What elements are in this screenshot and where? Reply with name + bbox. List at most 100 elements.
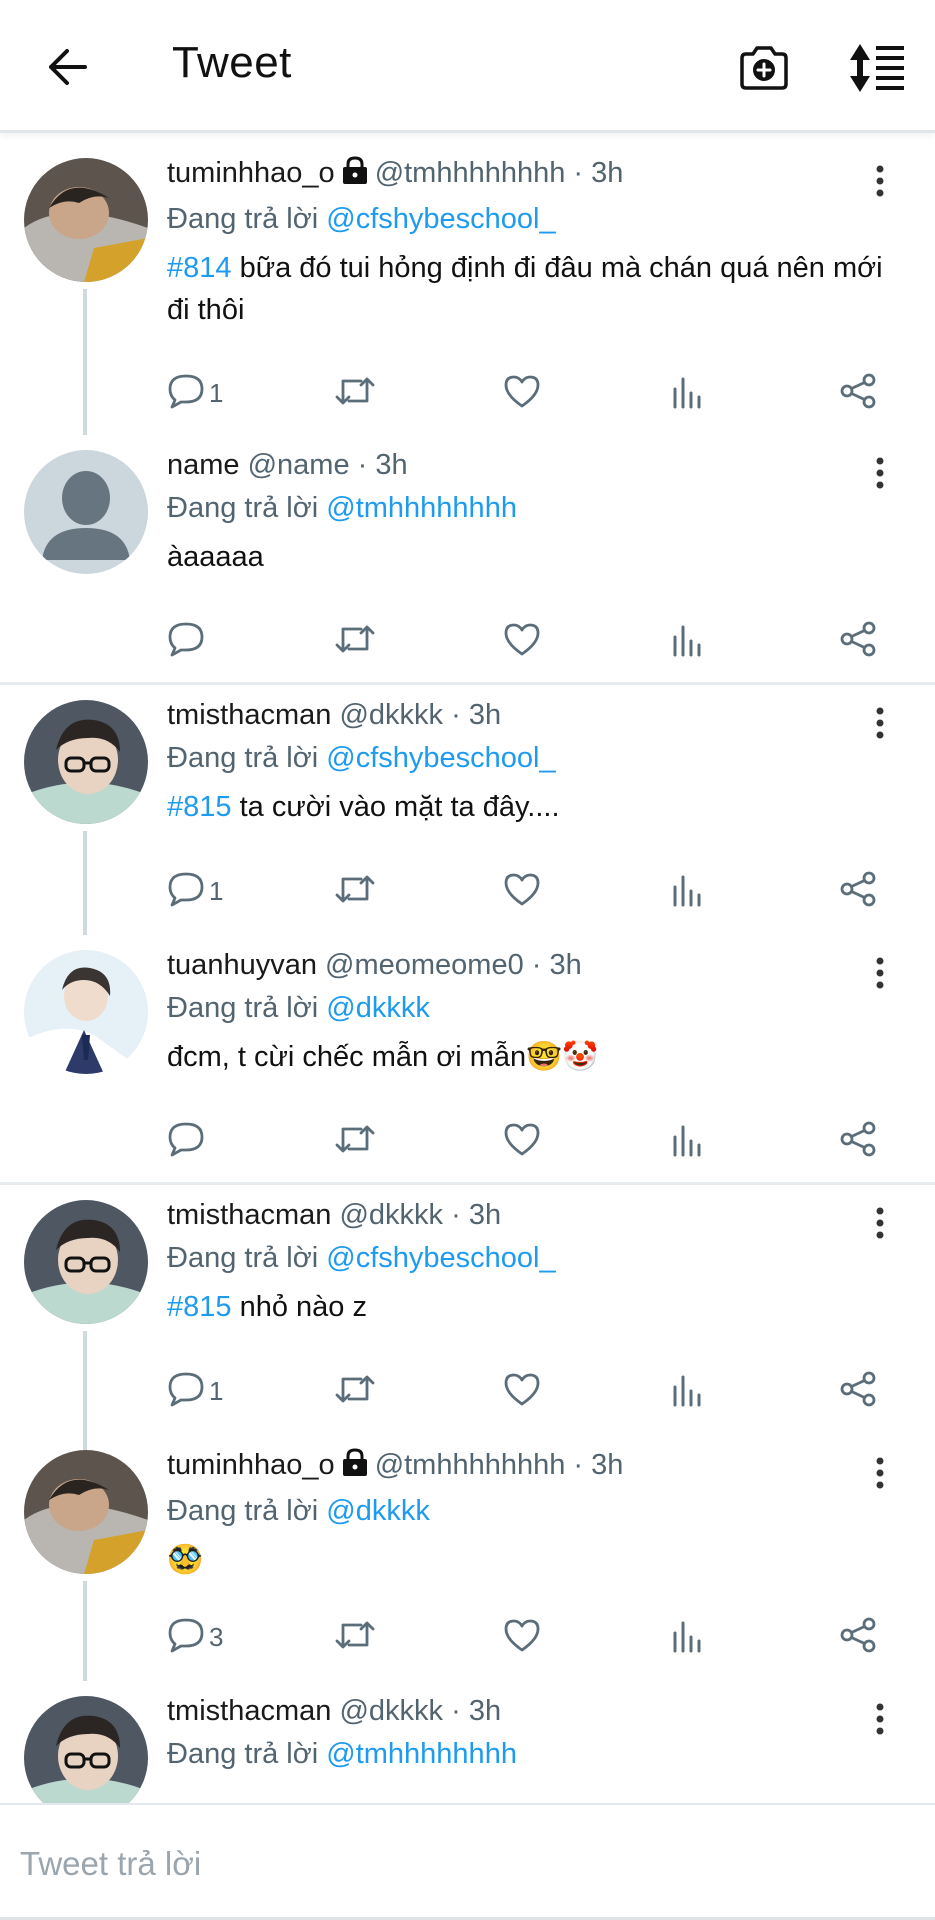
tweet-actions [167,619,887,663]
reply-button[interactable] [167,1119,209,1163]
retweet-button[interactable] [333,1369,377,1413]
more-options-icon[interactable] [865,1453,895,1493]
retweet-button[interactable] [333,371,377,415]
tweet-time: 3h [468,1199,502,1231]
tweet-item[interactable]: tuanhuyvan @meomeome0 · 3h Đang trả lời … [0,935,935,1185]
hashtag[interactable]: #815 [167,1291,232,1323]
reply-button[interactable]: 1 [167,869,223,913]
retweet-button[interactable] [333,869,377,913]
analytics-button[interactable] [671,869,705,913]
camera-plus-icon[interactable] [734,38,794,98]
user-handle[interactable]: @dkkkk [339,1695,443,1727]
share-button[interactable] [839,619,877,663]
back-arrow-icon[interactable] [40,40,94,94]
analytics-button[interactable] [671,1369,705,1413]
retweet-icon [333,1121,377,1162]
display-name[interactable]: name [167,449,240,481]
user-handle[interactable]: @name [248,449,350,481]
user-handle[interactable]: @tmhhhhhhhh [375,1449,566,1481]
more-options-icon[interactable] [865,703,895,743]
display-name[interactable]: tmisthacman [167,699,331,731]
analytics-icon [671,1371,705,1412]
user-handle[interactable]: @tmhhhhhhhh [375,157,566,189]
share-button[interactable] [839,1369,877,1413]
reply-prefix: Đang trả lời [167,1242,319,1274]
avatar[interactable] [24,1450,148,1574]
reply-prefix: Đang trả lời [167,492,319,524]
avatar[interactable] [24,700,148,824]
display-name[interactable]: tuminhhao_o [167,157,335,189]
avatar[interactable] [24,158,148,282]
display-name[interactable]: tmisthacman [167,1695,331,1727]
more-options-icon[interactable] [865,453,895,493]
reply-to-handle[interactable]: @cfshybeschool_ [326,1242,555,1274]
like-button[interactable] [503,1369,541,1413]
tweet-header: tmisthacman @dkkkk · 3h [167,1199,502,1231]
reply-to-handle[interactable]: @cfshybeschool_ [326,742,555,774]
tweet-item[interactable]: tmisthacman @dkkkk · 3h Đang trả lời @cf… [0,685,935,935]
tweet-item[interactable]: tmisthacman @dkkkk · 3h Đang trả lời @cf… [0,1185,935,1435]
reply-button[interactable]: 3 [167,1615,223,1659]
share-button[interactable] [839,1119,877,1163]
reply-compose-bar[interactable]: Tweet trả lời [0,1803,935,1920]
reply-to-handle[interactable]: @cfshybeschool_ [326,203,555,235]
hashtag[interactable]: #814 [167,252,232,284]
user-handle[interactable]: @dkkkk [339,1199,443,1231]
share-button[interactable] [839,869,877,913]
share-button[interactable] [839,371,877,415]
more-options-icon[interactable] [865,1203,895,1243]
reply-to-handle[interactable]: @tmhhhhhhhh [326,1738,517,1770]
share-button[interactable] [839,1615,877,1659]
avatar[interactable] [24,950,148,1074]
more-options-icon[interactable] [865,161,895,201]
more-options-icon[interactable] [865,953,895,993]
tweet-text: #814 bữa đó tui hỏng định đi đâu mà chán… [167,247,895,331]
user-handle[interactable]: @meomeome0 [325,949,524,981]
sort-list-icon[interactable] [844,38,910,98]
heart-icon [503,871,541,912]
like-button[interactable] [503,371,541,415]
reply-to-handle[interactable]: @dkkkk [326,992,430,1024]
reply-context: Đang trả lời @dkkkk [167,1493,895,1529]
tweet-text: 🥸 [167,1539,895,1581]
tweet-header: tmisthacman @dkkkk · 3h [167,699,502,731]
tweet-header: tuminhhao_o @tmhhhhhhhh · 3h [167,1447,895,1486]
tweet-time: 3h [468,699,502,731]
reply-button[interactable] [167,619,209,663]
more-options-icon[interactable] [865,1699,895,1739]
avatar[interactable] [24,1696,148,1803]
display-name[interactable]: tuanhuyvan [167,949,317,981]
avatar[interactable] [24,450,148,574]
retweet-button[interactable] [333,1119,377,1163]
retweet-button[interactable] [333,619,377,663]
reply-to-handle[interactable]: @dkkkk [326,1495,430,1527]
display-name[interactable]: tmisthacman [167,1199,331,1231]
reply-button[interactable]: 1 [167,1369,223,1413]
tweet-actions: 3 [167,1615,887,1659]
user-handle[interactable]: @dkkkk [339,699,443,731]
analytics-button[interactable] [671,371,705,415]
reply-count: 1 [209,377,224,408]
like-button[interactable] [503,1119,541,1163]
tweet-item[interactable]: name @name · 3h Đang trả lời @tmhhhhhhhh… [0,435,935,685]
reply-icon [167,373,205,414]
analytics-icon [671,1617,705,1658]
hashtag[interactable]: #815 [167,791,232,823]
analytics-button[interactable] [671,1615,705,1659]
reply-to-handle[interactable]: @tmhhhhhhhh [326,492,517,524]
like-button[interactable] [503,619,541,663]
reply-button[interactable]: 1 [167,371,223,415]
avatar[interactable] [24,1200,148,1324]
retweet-button[interactable] [333,1615,377,1659]
analytics-button[interactable] [671,1119,705,1163]
like-button[interactable] [503,1615,541,1659]
tweet-item[interactable]: tmisthacman @dkkkk · 3h Đang trả lời @tm… [0,1681,935,1803]
tweet-item[interactable]: tuminhhao_o @tmhhhhhhhh · 3h Đang trả lời… [0,1435,935,1681]
like-button[interactable] [503,869,541,913]
reply-input[interactable]: Tweet trả lời [20,1845,201,1883]
analytics-button[interactable] [671,619,705,663]
analytics-icon [671,871,705,912]
display-name[interactable]: tuminhhao_o [167,1449,335,1481]
retweet-icon [333,373,377,414]
tweet-item[interactable]: tuminhhao_o @tmhhhhhhhh · 3h Đang trả lời… [0,143,935,435]
